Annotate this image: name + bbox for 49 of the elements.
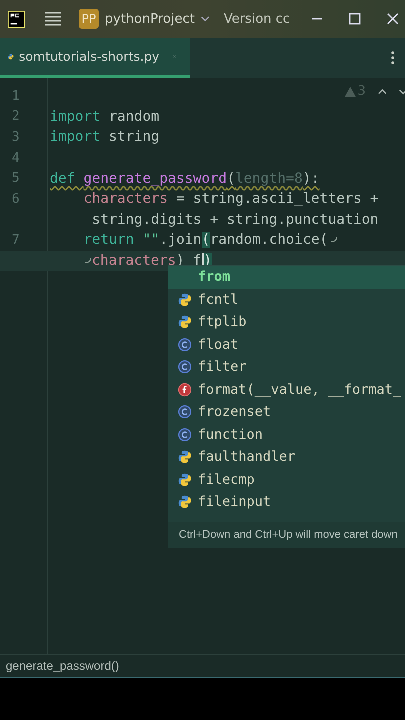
completion-hint: Ctrl+Down and Ctrl+Up will move caret down [168,522,405,548]
code-line: import random [50,108,160,125]
completion-item[interactable]: filecmp [168,468,405,491]
completion-item[interactable]: fcntl [168,288,405,311]
completion-item[interactable]: ftplib [168,311,405,334]
function-icon [178,382,192,397]
code-line: characters = string.ascii_letters + [82,191,379,208]
project-badge: PP [79,9,99,29]
project-name: pythonProject [105,12,195,26]
line-number: 2 [12,109,20,124]
completion-item[interactable]: format(__value, __format_ [168,378,405,401]
completion-item[interactable]: float [168,334,405,356]
line-number: 7 [12,232,20,248]
python-icon [178,472,192,487]
class-icon [178,428,192,442]
close-icon[interactable] [387,13,399,25]
version-control-menu[interactable]: Version cc [224,12,290,26]
maximize-icon[interactable] [349,13,361,25]
arrow-up-icon[interactable] [378,88,387,94]
python-icon [178,292,192,307]
completion-item[interactable]: faulthandler [168,446,405,468]
class-icon [178,405,192,420]
chevron-down-icon [200,16,210,22]
app-logo-icon[interactable] [8,10,25,28]
completion-item[interactable]: function [168,424,405,446]
completion-item[interactable]: filter [168,356,405,378]
code-line: def generate_password(length=8): [50,170,320,187]
more-options-icon[interactable] [391,51,395,65]
code-line: import string [50,129,160,146]
menu-icon[interactable] [45,12,61,26]
python-icon [178,315,192,330]
class-icon [178,338,192,352]
class-icon [178,360,192,374]
tab-label: somtutorials-shorts.py [19,49,160,64]
completion-item[interactable]: from [168,266,405,288]
breadcrumb[interactable]: generate_password() [6,659,120,673]
code-line: return "".join(random.choice( [82,232,328,248]
completion-item[interactable]: fileinput [168,491,405,514]
project-selector[interactable]: PP pythonProject [79,9,210,29]
file-tab[interactable]: somtutorials-shorts.py [0,38,190,78]
line-number: 1 [12,88,20,104]
completion-item[interactable]: frozenset [168,401,405,424]
python-icon [178,495,192,510]
line-number: 3 [12,130,20,145]
line-number: 4 [12,150,20,166]
line-number: 5 [12,171,20,186]
code-line: string.digits + string.punctuation [91,212,379,228]
line-number: 6 [12,192,20,207]
python-icon [178,450,192,464]
